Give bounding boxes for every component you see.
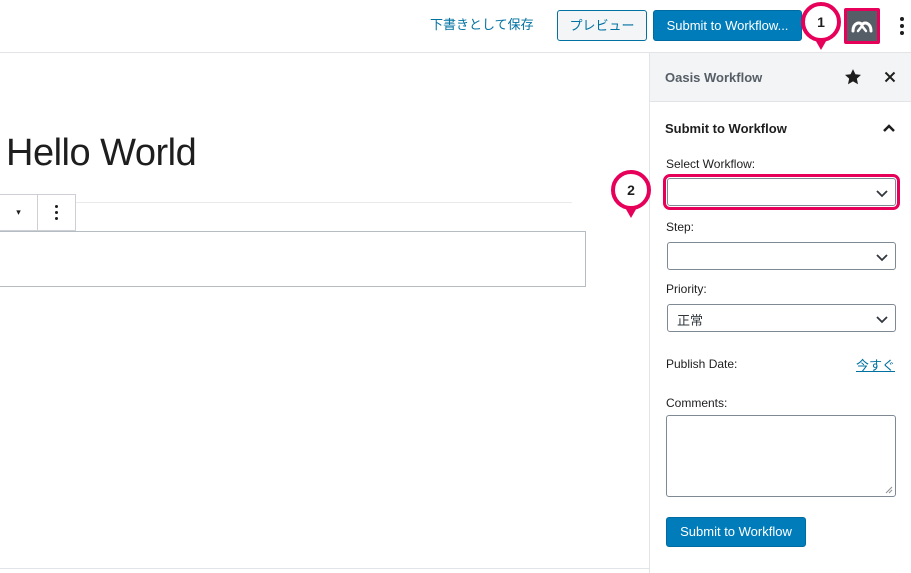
editor-canvas: Hello World ▾ [0, 53, 649, 573]
editor-header: 下書きとして保存 プレビュー Submit to Workflow... [0, 0, 911, 53]
preview-button[interactable]: プレビュー [557, 10, 647, 41]
publish-date-link[interactable]: 今すぐ [856, 355, 895, 374]
submit-to-workflow-header-button[interactable]: Submit to Workflow... [653, 10, 802, 41]
oasis-workflow-sidebar-toggle[interactable] [844, 8, 880, 44]
panel-title: Submit to Workflow [665, 121, 787, 136]
save-draft-button[interactable]: 下書きとして保存 [426, 15, 538, 35]
chevron-down-icon [876, 316, 888, 324]
oasis-workflow-icon [851, 21, 873, 33]
divider [0, 568, 649, 569]
sidebar-header: Oasis Workflow [650, 53, 911, 102]
title-divider [0, 202, 572, 203]
select-workflow-dropdown[interactable] [663, 174, 900, 210]
post-title[interactable]: Hello World [6, 132, 197, 175]
close-icon[interactable] [879, 66, 901, 88]
chevron-up-icon [879, 118, 899, 138]
callout-marker-1: 1 [801, 2, 841, 50]
step-label: Step: [666, 220, 695, 234]
comments-textarea[interactable] [666, 415, 896, 497]
selected-block[interactable] [0, 231, 586, 287]
step-dropdown[interactable] [667, 242, 896, 270]
star-icon[interactable] [842, 66, 864, 88]
select-workflow-label: Select Workflow: [666, 157, 756, 171]
oasis-workflow-sidebar: Oasis Workflow Submit to Workflow Select… [649, 53, 911, 573]
submit-to-workflow-button[interactable]: Submit to Workflow [666, 517, 806, 547]
callout-marker-2: 2 [611, 170, 651, 218]
comments-label: Comments: [666, 396, 728, 410]
sidebar-title: Oasis Workflow [665, 70, 763, 85]
resize-handle-icon[interactable] [885, 486, 893, 494]
vertical-ellipsis-icon [55, 205, 58, 208]
callout-number: 1 [801, 2, 841, 42]
block-toolbar: ▾ [0, 194, 76, 231]
chevron-down-icon [876, 190, 888, 198]
callout-number: 2 [611, 170, 651, 210]
priority-label: Priority: [666, 282, 707, 296]
publish-date-label: Publish Date: [666, 357, 738, 371]
submit-workflow-panel-toggle[interactable]: Submit to Workflow [650, 102, 911, 152]
chevron-down-icon [876, 254, 888, 262]
more-tools-menu-button[interactable] [893, 14, 911, 38]
caret-down-icon[interactable]: ▾ [0, 195, 38, 230]
vertical-ellipsis-icon [900, 17, 904, 21]
priority-value: 正常 [677, 313, 704, 328]
priority-dropdown[interactable]: 正常 [667, 304, 896, 332]
block-more-options-button[interactable] [38, 195, 75, 230]
